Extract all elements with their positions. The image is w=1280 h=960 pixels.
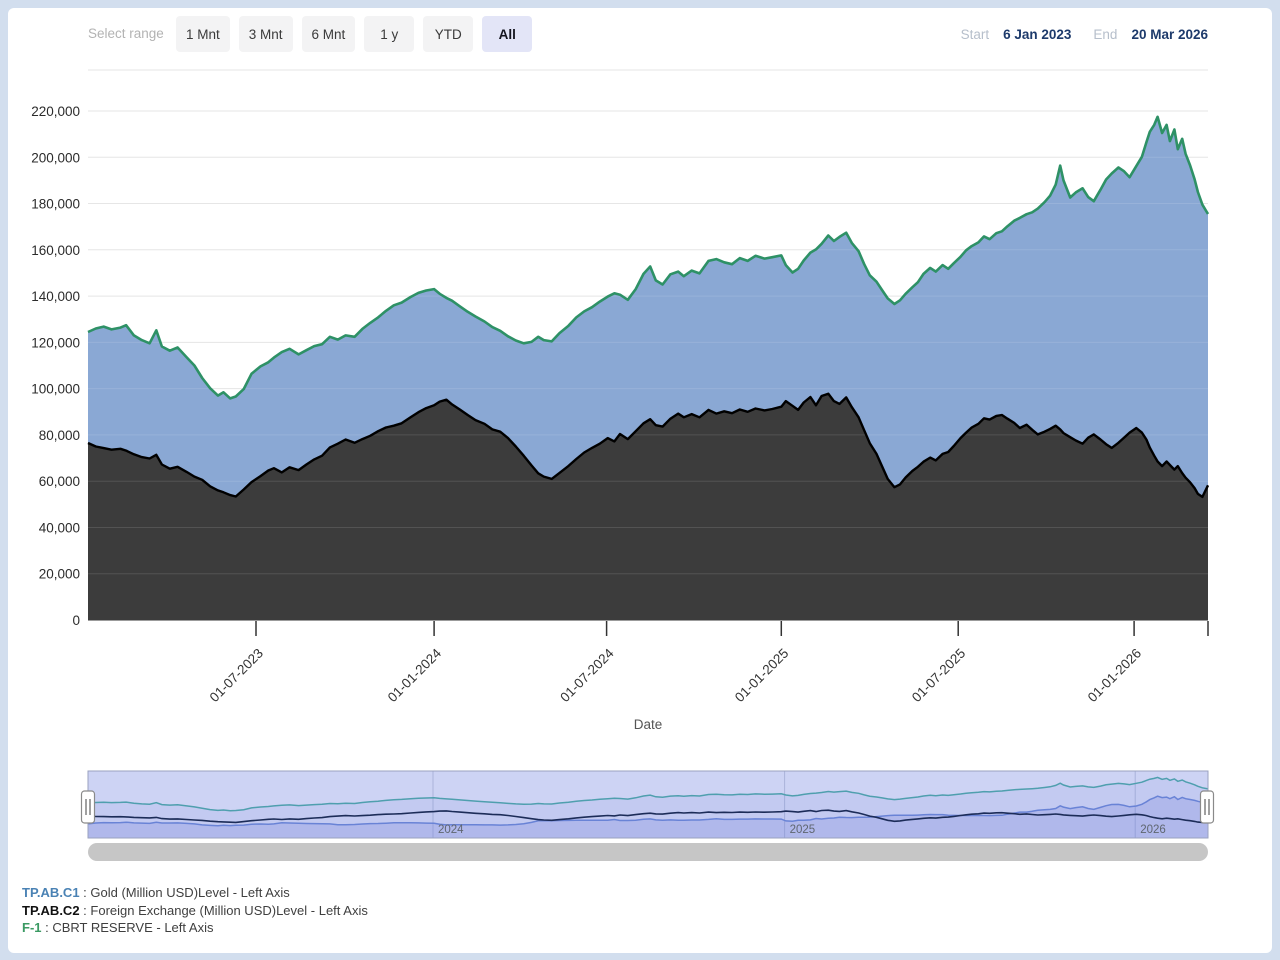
y-axis-label: 80,000: [39, 428, 80, 443]
y-axis-label: 40,000: [39, 521, 80, 536]
legend-item-cbrt: F-1 : CBRT RESERVE - Left Axis: [22, 919, 368, 937]
nav-year-label: 2025: [790, 824, 816, 836]
range-button-1y[interactable]: 1 y: [364, 16, 414, 52]
x-axis-label: 01-07-2024: [557, 645, 617, 705]
legend-code-gold: TP.AB.C1: [22, 885, 80, 900]
y-axis-label: 20,000: [39, 567, 80, 582]
legend-code-cbrt: F-1: [22, 920, 42, 935]
legend-text-fx: : Foreign Exchange (Million USD)Level - …: [80, 903, 368, 918]
reserves-stacked-area-chart[interactable]: 0 20,000 40,000 60,000 80,000 100,000 120,000 1…: [8, 8, 1272, 953]
scrollbar-thumb[interactable]: [88, 843, 1208, 861]
range-button-3mnt[interactable]: 3 Mnt: [239, 16, 293, 52]
x-axis-label: 01-07-2025: [909, 646, 968, 705]
y-axis-label: 120,000: [31, 335, 80, 350]
start-date-label: Start: [961, 27, 990, 42]
legend-text-gold: : Gold (Million USD)Level - Left Axis: [80, 885, 290, 900]
y-axis-label: 100,000: [31, 382, 80, 397]
range-button-6mnt[interactable]: 6 Mnt: [302, 16, 356, 52]
range-button-ytd[interactable]: YTD: [423, 16, 473, 52]
y-axis-label: 180,000: [31, 197, 80, 212]
range-buttons: 1 Mnt 3 Mnt 6 Mnt 1 y YTD All: [176, 16, 532, 52]
y-axis-label: 60,000: [39, 474, 80, 489]
end-date-value[interactable]: 20 Mar 2026: [1131, 27, 1208, 42]
nav-year-label: 2024: [438, 824, 464, 836]
legend-text-cbrt: : CBRT RESERVE - Left Axis: [42, 920, 214, 935]
start-date-value[interactable]: 6 Jan 2023: [1003, 27, 1071, 42]
legend-code-fx: TP.AB.C2: [22, 903, 80, 918]
x-axis-label: 01-01-2026: [1085, 646, 1144, 705]
select-range-label: Select range: [88, 16, 164, 52]
range-button-all[interactable]: All: [482, 16, 532, 52]
legend-item-gold: TP.AB.C1 : Gold (Million USD)Level - Lef…: [22, 884, 368, 902]
x-axis-label: 01-07-2023: [207, 646, 266, 705]
nav-handle-left[interactable]: [82, 791, 95, 823]
y-axis-label: 140,000: [31, 289, 80, 304]
y-axis-label: 200,000: [31, 150, 80, 165]
nav-year-label: 2026: [1140, 824, 1166, 836]
legend-item-fx: TP.AB.C2 : Foreign Exchange (Million USD…: [22, 902, 368, 920]
chart-card: 0 20,000 40,000 60,000 80,000 100,000 120,000 1…: [8, 8, 1272, 953]
date-range: Start 6 Jan 2023 End 20 Mar 2026: [961, 16, 1208, 52]
x-axis-title: Date: [634, 717, 663, 732]
x-axis-label: 01-01-2024: [385, 645, 445, 705]
y-axis-label: 220,000: [31, 104, 80, 119]
nav-handle-right[interactable]: [1201, 791, 1214, 823]
end-date-label: End: [1093, 27, 1117, 42]
y-axis-label: 0: [72, 613, 80, 628]
x-axis-label: 01-01-2025: [732, 646, 791, 705]
range-button-1mnt[interactable]: 1 Mnt: [176, 16, 230, 52]
y-axis-label: 160,000: [31, 243, 80, 258]
chart-legend: TP.AB.C1 : Gold (Million USD)Level - Lef…: [22, 884, 368, 937]
